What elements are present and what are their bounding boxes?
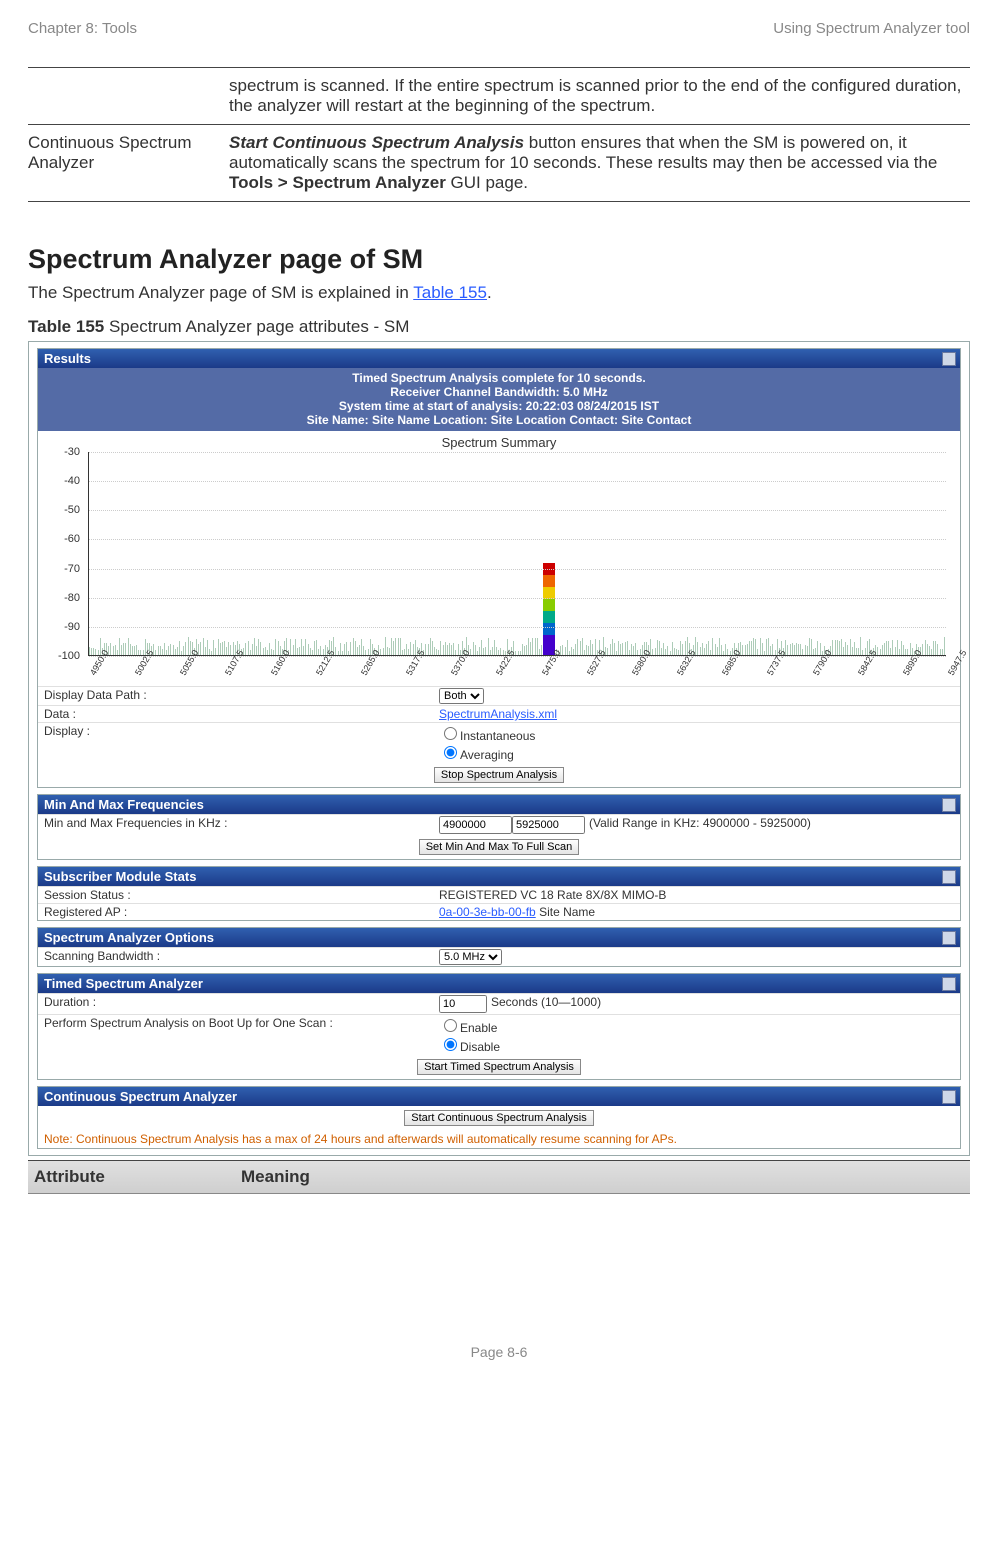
- stop-analysis-button[interactable]: Stop Spectrum Analysis: [434, 767, 564, 783]
- panel-header: Min And Max Frequencies: [38, 795, 960, 814]
- radio-input[interactable]: [444, 1019, 457, 1032]
- table-ref-link[interactable]: Table 155: [413, 283, 487, 302]
- panel-header: Results: [38, 349, 960, 368]
- ap-mac-link[interactable]: 0a-00-3e-bb-00-fb: [439, 905, 536, 919]
- panel-title: Min And Max Frequencies: [44, 797, 204, 812]
- timed-panel: Timed Spectrum Analyzer Duration : Secon…: [37, 973, 961, 1080]
- display-data-path-label: Display Data Path :: [44, 688, 439, 704]
- table-cell: Start Continuous Spectrum Analysis butto…: [229, 125, 970, 202]
- table-cell: [28, 68, 229, 125]
- status-line: Site Name: Site Name Location: Site Loca…: [38, 413, 960, 427]
- session-status-label: Session Status :: [44, 888, 439, 902]
- signal-spike: [543, 563, 555, 655]
- minmax-label: Min and Max Frequencies in KHz :: [44, 816, 439, 834]
- collapse-icon[interactable]: [942, 870, 956, 884]
- spectrum-xml-link[interactable]: SpectrumAnalysis.xml: [439, 707, 557, 721]
- col-attribute: Attribute: [28, 1161, 235, 1193]
- status-line: Timed Spectrum Analysis complete for 10 …: [38, 371, 960, 385]
- table-caption: Table 155 Spectrum Analyzer page attribu…: [28, 317, 970, 337]
- registered-ap-label: Registered AP :: [44, 905, 439, 919]
- chart-title: Spectrum Summary: [38, 435, 960, 450]
- col-meaning: Meaning: [235, 1161, 970, 1193]
- collapse-icon[interactable]: [942, 352, 956, 366]
- caption-number: Table 155: [28, 317, 104, 336]
- section-heading: Spectrum Analyzer page of SM: [28, 244, 970, 275]
- range-note: (Valid Range in KHz: 4900000 - 5925000): [589, 816, 811, 834]
- stats-panel: Subscriber Module Stats Session Status :…: [37, 866, 961, 921]
- panel-header: Subscriber Module Stats: [38, 867, 960, 886]
- status-line: System time at start of analysis: 20:22:…: [38, 399, 960, 413]
- spectrum-chart: -30-40-50-60-70-80-90-100 4950.05002.550…: [48, 452, 950, 682]
- averaging-radio[interactable]: Averaging: [439, 748, 514, 762]
- attribute-table-header: Attribute Meaning: [28, 1160, 970, 1194]
- duration-label: Duration :: [44, 995, 439, 1013]
- text: GUI page.: [446, 173, 528, 192]
- max-freq-input[interactable]: [512, 816, 585, 834]
- data-label: Data :: [44, 707, 439, 721]
- start-timed-button[interactable]: Start Timed Spectrum Analysis: [417, 1059, 581, 1075]
- scanning-bandwidth-label: Scanning Bandwidth :: [44, 949, 439, 965]
- enable-radio[interactable]: Enable: [439, 1021, 497, 1035]
- status-block: Timed Spectrum Analysis complete for 10 …: [38, 368, 960, 431]
- paragraph: The Spectrum Analyzer page of SM is expl…: [28, 283, 970, 303]
- collapse-icon[interactable]: [942, 798, 956, 812]
- duration-note: Seconds (10—1000): [491, 995, 601, 1013]
- display-mode-label: Display :: [44, 724, 439, 762]
- panel-title: Spectrum Analyzer Options: [44, 930, 214, 945]
- panel-header: Timed Spectrum Analyzer: [38, 974, 960, 993]
- options-panel: Spectrum Analyzer Options Scanning Bandw…: [37, 927, 961, 967]
- collapse-icon[interactable]: [942, 1090, 956, 1104]
- emphasis: Tools > Spectrum Analyzer: [229, 173, 446, 192]
- page-number: Page 8-6: [28, 1344, 970, 1360]
- display-data-path-select[interactable]: Both: [439, 688, 484, 704]
- panel-title: Timed Spectrum Analyzer: [44, 976, 203, 991]
- radio-input[interactable]: [444, 1038, 457, 1051]
- panel-title: Results: [44, 351, 91, 366]
- radio-input[interactable]: [444, 727, 457, 740]
- status-line: Receiver Channel Bandwidth: 5.0 MHz: [38, 385, 960, 399]
- table-cell: spectrum is scanned. If the entire spect…: [229, 68, 970, 125]
- screenshot-container: Results Timed Spectrum Analysis complete…: [28, 341, 970, 1156]
- continuous-note: Note: Continuous Spectrum Analysis has a…: [38, 1130, 960, 1148]
- scanning-bandwidth-select[interactable]: 5.0 MHz: [439, 949, 502, 965]
- session-status-value: REGISTERED VC 18 Rate 8X/8X MIMO-B: [439, 888, 666, 902]
- panel-header: Spectrum Analyzer Options: [38, 928, 960, 947]
- collapse-icon[interactable]: [942, 931, 956, 945]
- panel-title: Continuous Spectrum Analyzer: [44, 1089, 237, 1104]
- start-continuous-button[interactable]: Start Continuous Spectrum Analysis: [404, 1110, 593, 1126]
- panel-header: Continuous Spectrum Analyzer: [38, 1087, 960, 1106]
- min-freq-input[interactable]: [439, 816, 512, 834]
- results-panel: Results Timed Spectrum Analysis complete…: [37, 348, 961, 788]
- chapter-title: Chapter 8: Tools: [28, 20, 137, 37]
- section-name: Using Spectrum Analyzer tool: [773, 20, 970, 37]
- continuous-panel: Continuous Spectrum Analyzer Start Conti…: [37, 1086, 961, 1149]
- minmax-panel: Min And Max Frequencies Min and Max Freq…: [37, 794, 961, 860]
- table-cell: Continuous Spectrum Analyzer: [28, 125, 229, 202]
- radio-input[interactable]: [444, 746, 457, 759]
- bootscan-label: Perform Spectrum Analysis on Boot Up for…: [44, 1016, 439, 1054]
- ap-site-name: Site Name: [536, 905, 595, 919]
- emphasis: Start Continuous Spectrum Analysis: [229, 133, 524, 152]
- instantaneous-radio[interactable]: Instantaneous: [439, 729, 535, 743]
- disable-radio[interactable]: Disable: [439, 1040, 500, 1054]
- text: .: [487, 283, 492, 302]
- intro-table: spectrum is scanned. If the entire spect…: [28, 67, 970, 202]
- full-scan-button[interactable]: Set Min And Max To Full Scan: [419, 839, 580, 855]
- text: The Spectrum Analyzer page of SM is expl…: [28, 283, 413, 302]
- collapse-icon[interactable]: [942, 977, 956, 991]
- duration-input[interactable]: [439, 995, 487, 1013]
- panel-title: Subscriber Module Stats: [44, 869, 196, 884]
- caption-text: Spectrum Analyzer page attributes - SM: [104, 317, 409, 336]
